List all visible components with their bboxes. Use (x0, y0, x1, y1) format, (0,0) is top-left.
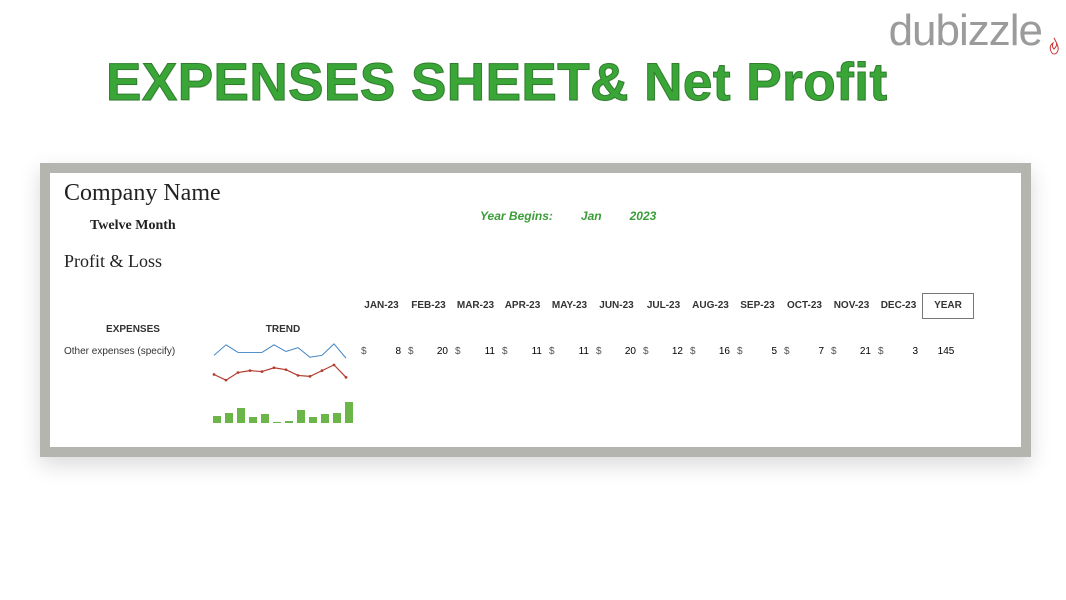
table-cell: $ 249 (452, 363, 499, 385)
table-cell: $ 236 (358, 363, 405, 385)
table-cell: $11 (452, 341, 499, 363)
page-title: EXPENSES SHEET& Net Profit (106, 52, 888, 113)
table-cell: $12 (640, 341, 687, 363)
month-header: SEP-23 (734, 293, 781, 319)
month-header: FEB-23 (405, 293, 452, 319)
total-expenses-label: TOATAL EXPENSES (58, 363, 208, 385)
month-header: AUG-23 (687, 293, 734, 319)
table-cell: $ 205 (405, 363, 452, 385)
table-cell: $ 266 (640, 363, 687, 385)
trend-header-label: TREND (208, 319, 358, 341)
table-cell: $ 359 (875, 399, 922, 427)
year-header: YEAR (922, 293, 974, 319)
month-header: JUN-23 (593, 293, 640, 319)
year-begins-month: Jan (581, 209, 602, 223)
table-cell: $ 274 (593, 363, 640, 385)
table-cell: $20 (405, 341, 452, 363)
net-profit-sparkline (208, 399, 358, 427)
table-cell: -$ 8 (593, 399, 640, 427)
total-expenses-sparkline (208, 363, 358, 385)
table-cell: $11 (499, 341, 546, 363)
table-cell: $ 100 (734, 399, 781, 427)
table-cell: $ 156 (546, 399, 593, 427)
month-header: OCT-23 (781, 293, 828, 319)
table-cell: $ 259 (781, 363, 828, 385)
table-cell: $ 109 (499, 399, 546, 427)
table-cell: $ 214 (687, 399, 734, 427)
table-cell: $ 256 (452, 399, 499, 427)
year-total-cell: 2999 (922, 363, 974, 385)
month-header: DEC-23 (875, 293, 922, 319)
profit-and-loss-label: Profit & Loss (64, 251, 1013, 273)
month-header: APR-23 (499, 293, 546, 319)
table-cell: $ 231 (875, 363, 922, 385)
table-cell: $7 (781, 341, 828, 363)
header-blank (208, 293, 358, 319)
brand-logo-text: dubizzle (889, 6, 1042, 56)
table-cell: $20 (593, 341, 640, 363)
month-header: JAN-23 (358, 293, 405, 319)
table-cell: $11 (546, 341, 593, 363)
month-header: NOV-23 (828, 293, 875, 319)
other-expenses-label: Other expenses (specify) (58, 341, 208, 363)
month-header: MAR-23 (452, 293, 499, 319)
table-cell: $ 261 (499, 363, 546, 385)
table-cell: $21 (828, 341, 875, 363)
flame-icon (1048, 16, 1060, 34)
net-profit-label: Net Profit (58, 399, 208, 427)
year-begins-label: Year Begins: (480, 209, 553, 223)
year-begins-meta: Year Begins: Jan 2023 (480, 209, 656, 223)
table-cell: $ 175 (405, 399, 452, 427)
table-cell: $ 230 (734, 363, 781, 385)
table-cell: $ 179 (828, 399, 875, 427)
table-cell: $ 123 (358, 399, 405, 427)
table-cell: $3 (875, 341, 922, 363)
data-grid: JAN-23 FEB-23 MAR-23 APR-23 MAY-23 JUN-2… (58, 293, 1013, 427)
spreadsheet-frame: Company Name Twelve Month Year Begins: J… (40, 163, 1031, 457)
table-cell: $ 32 (640, 399, 687, 427)
other-expenses-sparkline (208, 341, 358, 363)
year-total-cell: 145 (922, 341, 974, 363)
month-header: JUL-23 (640, 293, 687, 319)
expenses-header-label: EXPENSES (58, 319, 208, 341)
year-total-cell: $ 1,843 (922, 399, 974, 427)
spreadsheet: Company Name Twelve Month Year Begins: J… (50, 173, 1021, 447)
table-cell: $ 257 (546, 363, 593, 385)
brand-logo: dubizzle (889, 6, 1056, 56)
table-cell: $ 296 (828, 363, 875, 385)
header-blank (58, 293, 208, 319)
table-cell: $8 (358, 341, 405, 363)
year-begins-year: 2023 (630, 209, 657, 223)
company-name: Company Name (64, 179, 1013, 208)
table-cell: $ 148 (781, 399, 828, 427)
table-cell: $5 (734, 341, 781, 363)
table-cell: $16 (687, 341, 734, 363)
table-cell: $ 235 (687, 363, 734, 385)
month-header: MAY-23 (546, 293, 593, 319)
